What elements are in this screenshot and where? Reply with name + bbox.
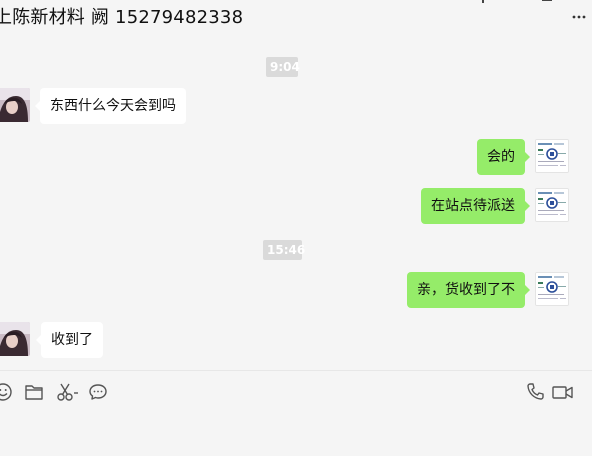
outgoing-message[interactable]: 会的 bbox=[477, 139, 530, 175]
my-avatar[interactable] bbox=[535, 139, 569, 173]
message-input-area[interactable] bbox=[0, 410, 592, 456]
video-call-icon[interactable] bbox=[551, 381, 575, 403]
contact-avatar-image bbox=[0, 322, 30, 356]
chat-title: 上陈新材料 阙 15279482338 bbox=[0, 7, 244, 28]
emoji-icon[interactable] bbox=[0, 381, 14, 403]
more-dots-icon[interactable] bbox=[572, 15, 586, 19]
window-edge-line bbox=[542, 0, 552, 1]
contact-avatar[interactable] bbox=[0, 322, 30, 356]
chat-history-icon[interactable] bbox=[87, 381, 109, 403]
window-edge-mark bbox=[482, 0, 484, 3]
my-avatar-image bbox=[536, 273, 568, 305]
input-divider bbox=[0, 370, 592, 371]
screenshot-scissors-icon[interactable] bbox=[55, 381, 81, 403]
contact-avatar-image bbox=[0, 88, 30, 122]
time-separator: 15:46 bbox=[263, 240, 305, 260]
chat-header: 上陈新材料 阙 15279482338 bbox=[0, 0, 592, 40]
my-avatar-image bbox=[536, 140, 568, 172]
time-separator: 9:04 bbox=[266, 57, 300, 77]
my-avatar[interactable] bbox=[535, 272, 569, 306]
outgoing-message[interactable]: 在站点待派送 bbox=[421, 188, 530, 224]
outgoing-message[interactable]: 亲，货收到了不 bbox=[407, 272, 530, 308]
incoming-message[interactable]: 东西什么今天会到吗 bbox=[35, 88, 186, 124]
folder-icon[interactable] bbox=[23, 381, 45, 403]
contact-avatar[interactable] bbox=[0, 88, 30, 122]
incoming-message[interactable]: 收到了 bbox=[36, 322, 103, 358]
my-avatar[interactable] bbox=[535, 188, 569, 222]
my-avatar-image bbox=[536, 189, 568, 221]
voice-call-icon[interactable] bbox=[524, 381, 546, 403]
